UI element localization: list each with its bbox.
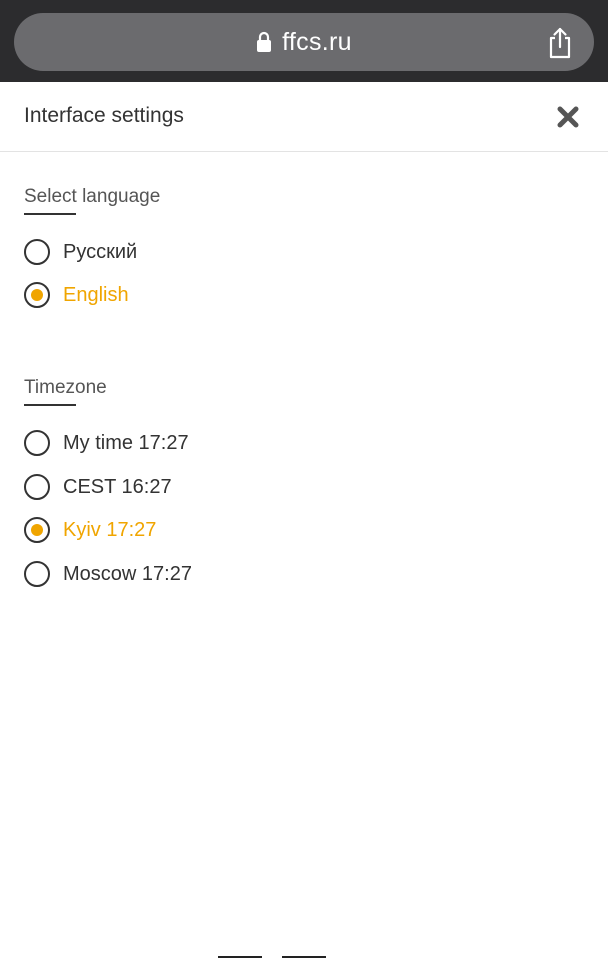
radio-option-russian[interactable]: Русский	[24, 237, 137, 267]
radio-option-kyiv[interactable]: Kyiv 17:27	[24, 515, 156, 545]
radio-label: English	[63, 283, 129, 306]
address-bar[interactable]: ffcs.ru	[14, 13, 594, 71]
settings-header: Interface settings	[0, 82, 608, 152]
radio-label: Русский	[63, 240, 138, 263]
language-section-title: Select language	[24, 186, 161, 207]
browser-bar: ffcs.ru	[0, 0, 608, 82]
language-section-underline	[24, 213, 76, 215]
share-icon[interactable]	[546, 27, 574, 59]
radio-dot	[31, 289, 43, 301]
url-text: ffcs.ru	[282, 27, 352, 56]
radio-label: Moscow 17:27	[63, 562, 192, 585]
url-display[interactable]: ffcs.ru	[14, 13, 594, 71]
radio-label: My time 17:27	[63, 431, 189, 454]
radio-dot	[31, 524, 43, 536]
lock-icon	[257, 31, 272, 52]
radio-button[interactable]	[24, 517, 50, 543]
page-title: Interface settings	[24, 104, 184, 127]
timezone-section-underline	[24, 404, 76, 406]
radio-button[interactable]	[24, 430, 50, 456]
radio-option-cest[interactable]: CEST 16:27	[24, 472, 172, 502]
radio-button[interactable]	[24, 561, 50, 587]
radio-label: Kyiv 17:27	[63, 518, 157, 541]
radio-button[interactable]	[24, 239, 50, 265]
radio-label: CEST 16:27	[63, 475, 172, 498]
timezone-section-title: Timezone	[24, 377, 107, 398]
close-icon[interactable]	[557, 106, 579, 128]
radio-option-my-time[interactable]: My time 17:27	[24, 428, 189, 458]
radio-button[interactable]	[24, 474, 50, 500]
radio-option-moscow[interactable]: Moscow 17:27	[24, 559, 192, 589]
radio-button[interactable]	[24, 282, 50, 308]
radio-option-english[interactable]: English	[24, 280, 129, 310]
